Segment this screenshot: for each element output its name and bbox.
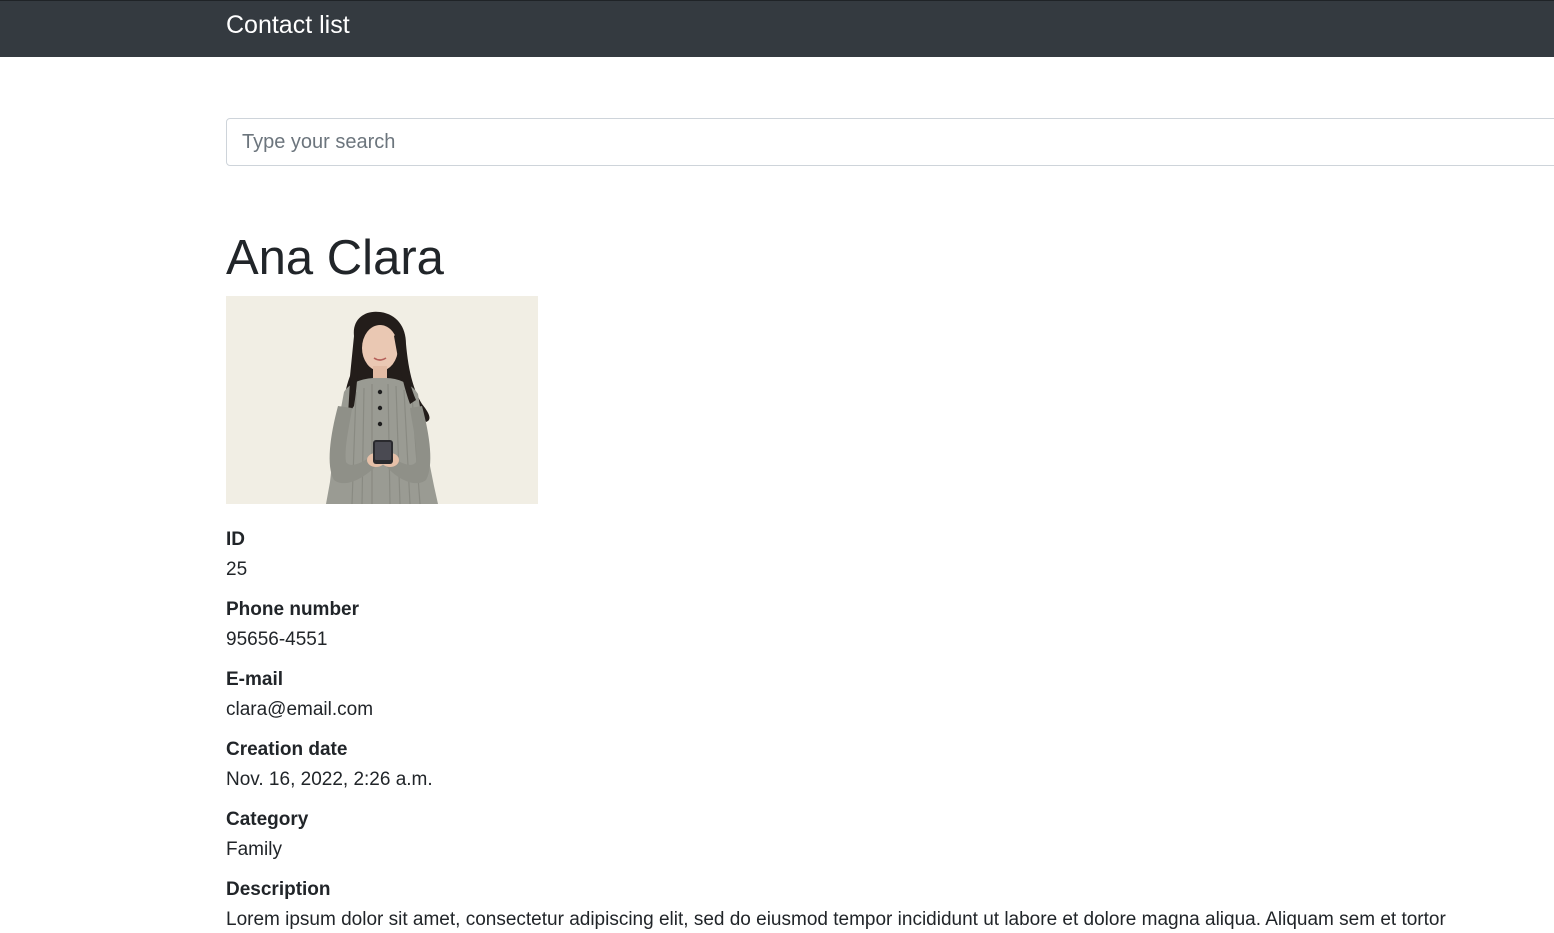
field-value-phone: 95656-4551 [226,629,328,650]
field-label-id: ID [226,529,245,550]
field-value-category: Family [226,839,282,860]
top-navbar: Contact list [0,0,1554,57]
field-label-creation-date: Creation date [226,739,348,760]
contact-name: Ana Clara [226,231,444,285]
person-photo-illustration [226,296,538,504]
field-value-creation-date: Nov. 16, 2022, 2:26 a.m. [226,769,433,790]
field-label-description: Description [226,879,331,900]
field-label-phone: Phone number [226,599,360,620]
field-label-email: E-mail [226,669,284,690]
contact-photo [226,296,538,504]
field-value-id: 25 [226,559,248,580]
search-input[interactable] [226,118,1554,166]
field-value-description: Lorem ipsum dolor sit amet, consectetur … [226,909,1446,930]
field-label-category: Category [226,809,309,830]
field-value-email: clara@email.com [226,699,374,720]
navbar-brand-link[interactable]: Contact list [226,9,350,41]
